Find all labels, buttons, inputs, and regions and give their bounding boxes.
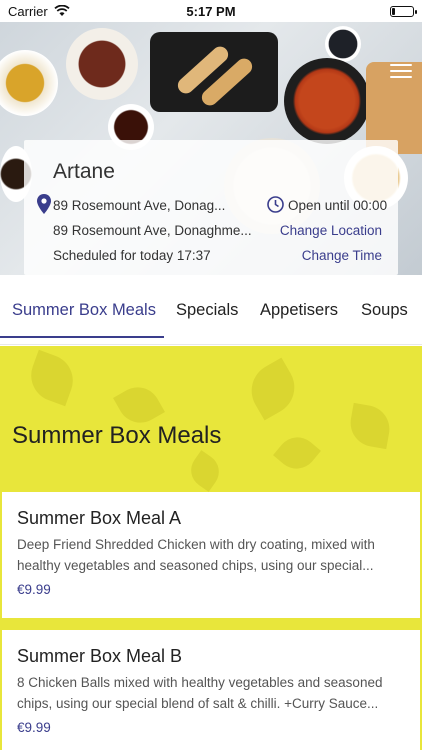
address-primary: 89 Rosemount Ave, Donag... bbox=[53, 198, 226, 213]
section-banner: Summer Box Meals Summer Box Meal A Deep … bbox=[0, 346, 422, 750]
open-hours: Open until 00:00 bbox=[288, 198, 388, 213]
meal-name: Summer Box Meal B bbox=[17, 646, 183, 666]
leaf-pattern bbox=[273, 429, 321, 477]
address-secondary: 89 Rosemount Ave, Donaghme... bbox=[53, 223, 252, 238]
tab-summer-box-meals[interactable]: Summer Box Meals bbox=[12, 301, 156, 320]
battery-level bbox=[392, 7, 395, 15]
tab-soups[interactable]: Soups bbox=[361, 301, 408, 320]
restaurant-name: Artane bbox=[53, 160, 115, 183]
leaf-pattern bbox=[241, 357, 305, 421]
location-pin-icon bbox=[37, 194, 51, 214]
meal-description: 8 Chicken Balls mixed with healthy veget… bbox=[17, 675, 383, 711]
dish-sauce-bowl bbox=[325, 26, 361, 62]
leaf-pattern bbox=[23, 349, 81, 407]
change-time-link[interactable]: Change Time bbox=[302, 248, 382, 263]
hero-food-image: Artane 89 Rosemount Ave, Donag... Open u… bbox=[0, 22, 422, 275]
section-title: Summer Box Meals bbox=[12, 422, 222, 449]
active-tab-indicator bbox=[0, 336, 164, 338]
battery-icon bbox=[390, 5, 417, 17]
dish-curry bbox=[0, 50, 58, 116]
meal-description: Deep Friend Shredded Chicken with dry co… bbox=[17, 537, 375, 573]
tab-specials[interactable]: Specials bbox=[176, 301, 238, 320]
status-left: Carrier bbox=[8, 4, 70, 19]
leaf-pattern bbox=[184, 450, 226, 492]
change-location-link[interactable]: Change Location bbox=[280, 223, 382, 238]
meal-price: €9.99 bbox=[17, 582, 51, 597]
status-bar: Carrier 5:17 PM bbox=[0, 0, 422, 22]
clock-icon bbox=[267, 196, 284, 213]
location-card: Artane 89 Rosemount Ave, Donag... Open u… bbox=[24, 140, 398, 275]
carrier-label: Carrier bbox=[8, 3, 48, 19]
category-tabs: Summer Box Meals Specials Appetisers Sou… bbox=[0, 275, 422, 345]
wifi-icon bbox=[54, 5, 70, 16]
schedule-time: Scheduled for today 17:37 bbox=[53, 248, 211, 263]
leaf-pattern bbox=[346, 402, 394, 450]
meal-price: €9.99 bbox=[17, 720, 51, 735]
dish-sweet-sour bbox=[284, 58, 370, 144]
dish-stirfry bbox=[66, 28, 138, 100]
meal-card[interactable]: Summer Box Meal B 8 Chicken Balls mixed … bbox=[2, 630, 420, 750]
meal-name: Summer Box Meal A bbox=[17, 508, 182, 528]
tab-appetisers[interactable]: Appetisers bbox=[260, 301, 338, 320]
menu-icon[interactable] bbox=[390, 64, 412, 78]
meal-card[interactable]: Summer Box Meal A Deep Friend Shredded C… bbox=[2, 492, 420, 618]
